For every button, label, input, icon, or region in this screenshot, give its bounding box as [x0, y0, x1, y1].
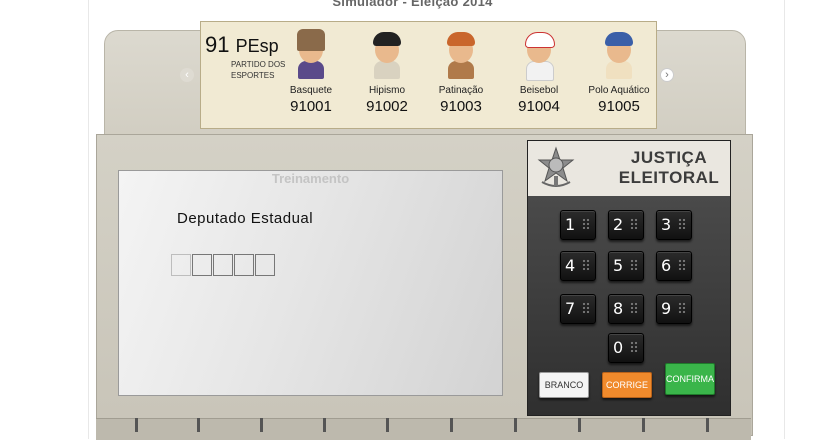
digit-box [255, 254, 275, 276]
prev-arrow-icon[interactable]: ‹ [180, 68, 194, 82]
machine-foot [578, 418, 581, 432]
digit-box [213, 254, 233, 276]
page-title: Simulador - Eleição 2014 [332, 0, 493, 9]
digit-box [171, 254, 191, 276]
candidate-number: 91002 [366, 98, 408, 115]
next-arrow-icon[interactable]: › [660, 68, 674, 82]
braille-icon [630, 302, 638, 313]
candidate-avatar-icon [441, 27, 481, 79]
voting-screen: Treinamento Deputado Estadual [118, 170, 503, 396]
candidate-avatar-icon [367, 27, 407, 79]
machine-foot [642, 418, 645, 432]
candidate-sport: Polo Aquático [588, 85, 650, 96]
machine-foot [135, 418, 138, 432]
key-8[interactable]: 8 [608, 294, 644, 324]
justica-eleitoral-title: JUSTIÇA ELEITORAL [618, 148, 720, 187]
candidate-number: 91003 [440, 98, 482, 115]
left-divider [88, 0, 89, 439]
candidate-sport: Patinação [438, 85, 484, 96]
braille-icon [678, 302, 686, 313]
key-2[interactable]: 2 [608, 210, 644, 240]
candidate-number: 91001 [290, 98, 332, 115]
machine-foot [323, 418, 326, 432]
braille-icon [630, 218, 638, 229]
digit-box [234, 254, 254, 276]
key-0[interactable]: 0 [608, 333, 644, 363]
right-divider [784, 0, 785, 439]
braille-icon [678, 259, 686, 270]
candidate-number: 91004 [518, 98, 560, 115]
key-1[interactable]: 1 [560, 210, 596, 240]
machine-foot [197, 418, 200, 432]
digit-box [192, 254, 212, 276]
branco-button[interactable]: BRANCO [539, 372, 589, 398]
braille-icon [582, 302, 590, 313]
confirma-button[interactable]: CONFIRMA [665, 363, 715, 395]
braille-icon [582, 218, 590, 229]
braille-icon [582, 259, 590, 270]
braille-icon [678, 218, 686, 229]
machine-foot [450, 418, 453, 432]
braille-icon [630, 341, 638, 352]
candidate-card[interactable]: Beisebol 91004 [499, 27, 579, 115]
candidate-sport: Beisebol [519, 85, 559, 96]
machine-foot [260, 418, 263, 432]
candidate-avatar-icon [519, 27, 559, 81]
key-9[interactable]: 9 [656, 294, 692, 324]
candidate-card[interactable]: Basquete 91001 [271, 27, 351, 115]
candidate-sport: Hipismo [368, 85, 406, 96]
key-6[interactable]: 6 [656, 251, 692, 281]
candidate-card[interactable]: Polo Aquático 91005 [579, 27, 659, 115]
key-5[interactable]: 5 [608, 251, 644, 281]
key-7[interactable]: 7 [560, 294, 596, 324]
key-4[interactable]: 4 [560, 251, 596, 281]
party-number: 91 PEsp [205, 32, 279, 57]
machine-base [96, 418, 751, 440]
training-watermark: Treinamento [271, 171, 350, 186]
key-3[interactable]: 3 [656, 210, 692, 240]
candidate-card[interactable]: Hipismo 91002 [347, 27, 427, 115]
candidate-sport: Basquete [289, 85, 333, 96]
candidate-avatar-icon [599, 27, 639, 79]
machine-foot [514, 418, 517, 432]
corrige-button[interactable]: CORRIGE [602, 372, 652, 398]
candidate-avatar-icon [291, 27, 331, 79]
candidate-banner: 91 PEsp PARTIDO DOS ESPORTES Basquete 91… [200, 21, 657, 129]
number-entry [171, 254, 276, 276]
justica-eleitoral-header: JUSTIÇA ELEITORAL [528, 141, 730, 196]
machine-foot [386, 418, 389, 432]
candidate-number: 91005 [598, 98, 640, 115]
office-label: Deputado Estadual [177, 210, 314, 227]
braille-icon [630, 259, 638, 270]
candidate-card[interactable]: Patinação 91003 [421, 27, 501, 115]
machine-foot [706, 418, 709, 432]
brasil-coat-of-arms-icon [537, 146, 575, 187]
